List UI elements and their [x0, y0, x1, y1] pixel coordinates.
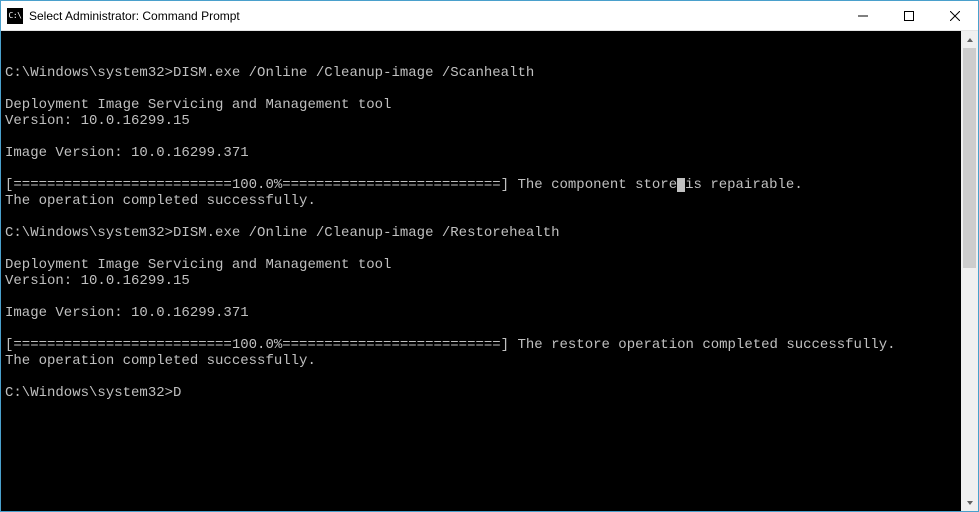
terminal-line: [5, 241, 957, 257]
terminal-line: [5, 49, 957, 65]
terminal-line: Image Version: 10.0.16299.371: [5, 145, 957, 161]
terminal-line: [5, 129, 957, 145]
close-button[interactable]: [932, 1, 978, 30]
command-input[interactable]: D: [173, 385, 181, 401]
terminal-line: [5, 321, 957, 337]
command-text: DISM.exe /Online /Cleanup-image /Restore…: [173, 225, 559, 241]
terminal-line: C:\Windows\system32>DISM.exe /Online /Cl…: [5, 225, 957, 241]
prompt: C:\Windows\system32>: [5, 65, 173, 81]
minimize-button[interactable]: [840, 1, 886, 30]
window-controls: [840, 1, 978, 30]
scroll-up-button[interactable]: [961, 31, 978, 48]
terminal-line: Version: 10.0.16299.15: [5, 113, 957, 129]
window-title: Select Administrator: Command Prompt: [29, 9, 840, 23]
text-cursor-block: [677, 178, 685, 192]
terminal-line: [5, 161, 957, 177]
terminal-line: [==========================100.0%=======…: [5, 337, 957, 353]
progress-text: [==========================100.0%=======…: [5, 177, 677, 193]
vertical-scrollbar[interactable]: [961, 31, 978, 511]
terminal-line: [5, 33, 957, 49]
terminal-line: [5, 209, 957, 225]
terminal-line: Image Version: 10.0.16299.371: [5, 305, 957, 321]
terminal-line: Deployment Image Servicing and Managemen…: [5, 97, 957, 113]
terminal-line: Version: 10.0.16299.15: [5, 273, 957, 289]
titlebar[interactable]: C:\ Select Administrator: Command Prompt: [1, 1, 978, 31]
prompt: C:\Windows\system32>: [5, 225, 173, 241]
terminal-line: The operation completed successfully.: [5, 193, 957, 209]
prompt: C:\Windows\system32>: [5, 385, 173, 401]
progress-text: is repairable.: [685, 177, 803, 193]
maximize-button[interactable]: [886, 1, 932, 30]
scroll-down-button[interactable]: [961, 494, 978, 511]
command-prompt-window: C:\ Select Administrator: Command Prompt…: [0, 0, 979, 512]
terminal-line: [==========================100.0%=======…: [5, 177, 957, 193]
scroll-thumb[interactable]: [963, 48, 976, 268]
terminal-output[interactable]: C:\Windows\system32>DISM.exe /Online /Cl…: [1, 31, 961, 511]
terminal-line: Deployment Image Servicing and Managemen…: [5, 257, 957, 273]
cmd-app-icon: C:\: [7, 8, 23, 24]
terminal-line: [5, 81, 957, 97]
terminal-line: The operation completed successfully.: [5, 353, 957, 369]
terminal-line: C:\Windows\system32>D: [5, 385, 957, 401]
terminal-line: C:\Windows\system32>DISM.exe /Online /Cl…: [5, 65, 957, 81]
terminal-line: [5, 369, 957, 385]
command-text: DISM.exe /Online /Cleanup-image /Scanhea…: [173, 65, 534, 81]
terminal-line: [5, 289, 957, 305]
client-area: C:\Windows\system32>DISM.exe /Online /Cl…: [1, 31, 978, 511]
scroll-track[interactable]: [961, 48, 978, 494]
